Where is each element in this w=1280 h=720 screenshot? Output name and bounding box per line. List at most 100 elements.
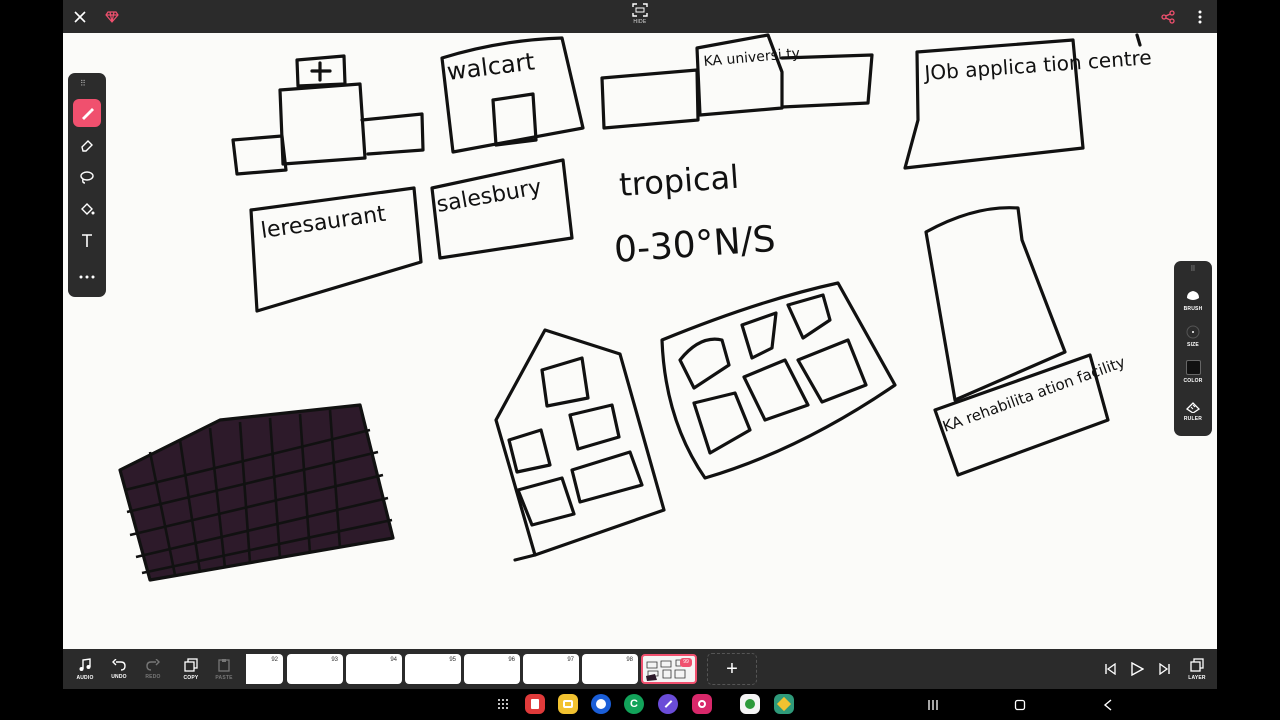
ruler-button[interactable]: RULER bbox=[1174, 401, 1212, 422]
play-icon bbox=[1131, 662, 1144, 676]
dark-grid-building bbox=[118, 403, 395, 582]
university-label: KA universi ty bbox=[703, 46, 801, 70]
hide-icon bbox=[632, 3, 648, 17]
recent-apps-icon[interactable] bbox=[923, 692, 943, 717]
more-vertical-icon[interactable] bbox=[1191, 0, 1209, 33]
page-thumbnail[interactable]: 93 bbox=[287, 654, 343, 684]
page-thumbnail[interactable]: 95 bbox=[405, 654, 461, 684]
back-icon[interactable] bbox=[1098, 692, 1118, 717]
redo-icon bbox=[146, 658, 160, 671]
copy-icon bbox=[184, 657, 198, 672]
undo-icon bbox=[112, 658, 126, 671]
restaurant-sketch bbox=[249, 186, 423, 313]
skip-forward-button[interactable] bbox=[1149, 653, 1181, 685]
page-number: 94 bbox=[390, 657, 397, 663]
tall-house-sketch bbox=[494, 328, 666, 562]
grip-icon[interactable]: ⠿ bbox=[80, 79, 87, 88]
hide-button[interactable]: HIDE bbox=[629, 3, 651, 31]
plus-icon: + bbox=[726, 657, 738, 680]
page-number: 96 bbox=[508, 657, 515, 663]
size-icon bbox=[1186, 325, 1200, 339]
audio-label: AUDIO bbox=[76, 674, 94, 681]
tropical-label: tropical bbox=[618, 158, 740, 204]
page-thumbnail[interactable]: 96 bbox=[464, 654, 520, 684]
close-icon[interactable] bbox=[71, 0, 89, 33]
page-number: 98 bbox=[626, 657, 633, 663]
color-label: COLOR bbox=[1183, 378, 1203, 384]
salesbury-label: salesbury bbox=[435, 175, 544, 218]
brush-label: BRUSH bbox=[1183, 306, 1203, 312]
drawing-canvas[interactable]: walcart KA universi ty JOb applica tion … bbox=[63, 33, 1217, 649]
bottom-toolbar: AUDIO UNDO REDO COPY PASTE 92 93 94 95 9… bbox=[63, 649, 1217, 689]
lasso-icon[interactable] bbox=[73, 163, 101, 191]
brush-button[interactable]: BRUSH bbox=[1174, 289, 1212, 312]
sketch-app-icon[interactable] bbox=[774, 694, 794, 714]
current-page-thumbnail[interactable]: 99 bbox=[641, 654, 697, 684]
rehab-sketch bbox=[924, 206, 1110, 477]
pen-app-icon[interactable] bbox=[658, 694, 678, 714]
chat-app-icon[interactable]: C bbox=[624, 694, 644, 714]
music-note-icon bbox=[79, 657, 91, 671]
brush-icon[interactable] bbox=[73, 99, 101, 127]
pdf-app-icon[interactable] bbox=[525, 694, 545, 714]
latitude-label: 0-30°N/S bbox=[613, 219, 777, 271]
paste-button[interactable]: PASTE bbox=[208, 653, 240, 685]
audio-button[interactable]: AUDIO bbox=[69, 653, 101, 685]
restaurant-label: leresaurant bbox=[259, 202, 387, 244]
redo-button[interactable]: REDO bbox=[137, 653, 169, 685]
home-icon[interactable] bbox=[1010, 692, 1030, 717]
copy-button[interactable]: COPY bbox=[175, 653, 207, 685]
sketch-drawing: walcart KA universi ty JOb applica tion … bbox=[118, 33, 1153, 582]
page-thumbnail[interactable]: 98 bbox=[582, 654, 638, 684]
page-thumbnail[interactable]: 94 bbox=[346, 654, 402, 684]
page-number: 92 bbox=[271, 657, 278, 663]
grip-icon[interactable]: ⠿ bbox=[1174, 265, 1212, 273]
paste-label: PASTE bbox=[215, 674, 233, 681]
page-thumbnail[interactable]: 97 bbox=[523, 654, 579, 684]
layer-button[interactable]: LAYER bbox=[1181, 653, 1213, 685]
job-centre-label: JOb applica tion centre bbox=[922, 45, 1153, 85]
color-swatch bbox=[1185, 360, 1201, 375]
brush-settings-panel: ⠿ BRUSH SIZE COLOR RULER bbox=[1174, 261, 1212, 436]
fill-icon[interactable] bbox=[73, 195, 101, 223]
gem-icon[interactable] bbox=[103, 0, 121, 33]
page-number: 97 bbox=[567, 657, 574, 663]
layer-label: LAYER bbox=[1188, 674, 1206, 681]
more-icon[interactable] bbox=[73, 263, 101, 291]
ruler-label: RULER bbox=[1183, 416, 1203, 422]
size-label: SIZE bbox=[1187, 342, 1199, 348]
add-page-button[interactable]: + bbox=[707, 653, 757, 685]
brush-shape-icon bbox=[1187, 291, 1199, 300]
share-icon[interactable] bbox=[1159, 0, 1177, 33]
paste-icon bbox=[218, 658, 230, 672]
app-drawer-icon[interactable] bbox=[493, 694, 513, 714]
page-number: 95 bbox=[449, 657, 456, 663]
tool-panel: ⠿ bbox=[68, 73, 106, 297]
undo-button[interactable]: UNDO bbox=[103, 653, 135, 685]
camera-app-icon[interactable] bbox=[692, 694, 712, 714]
color-button[interactable]: COLOR bbox=[1174, 360, 1212, 384]
text-icon[interactable] bbox=[73, 227, 101, 255]
skip-back-icon bbox=[1105, 663, 1116, 675]
redo-label: REDO bbox=[145, 673, 161, 680]
copy-label: COPY bbox=[183, 674, 199, 681]
browser-app-icon[interactable] bbox=[591, 694, 611, 714]
notes-app-icon[interactable] bbox=[558, 694, 578, 714]
undo-label: UNDO bbox=[111, 673, 127, 680]
top-bar: HIDE bbox=[63, 0, 1217, 33]
university-sketch bbox=[600, 33, 874, 130]
current-page-number: 99 bbox=[680, 658, 692, 667]
game-app-icon[interactable] bbox=[740, 694, 760, 714]
layer-icon bbox=[1190, 657, 1204, 672]
page-thumbnail[interactable]: 92 bbox=[246, 654, 283, 684]
hide-label: HIDE bbox=[633, 19, 647, 25]
ruler-icon bbox=[1185, 402, 1201, 413]
skip-forward-icon bbox=[1159, 663, 1170, 675]
page-number: 93 bbox=[331, 657, 338, 663]
size-button[interactable]: SIZE bbox=[1174, 325, 1212, 348]
hospital-sketch bbox=[231, 54, 425, 176]
app-window: HIDE walcart KA universi ty JOb applica … bbox=[0, 0, 1280, 720]
eraser-icon[interactable] bbox=[73, 131, 101, 159]
system-navigation-bar: C bbox=[0, 689, 1280, 720]
window-building-sketch bbox=[660, 281, 897, 480]
